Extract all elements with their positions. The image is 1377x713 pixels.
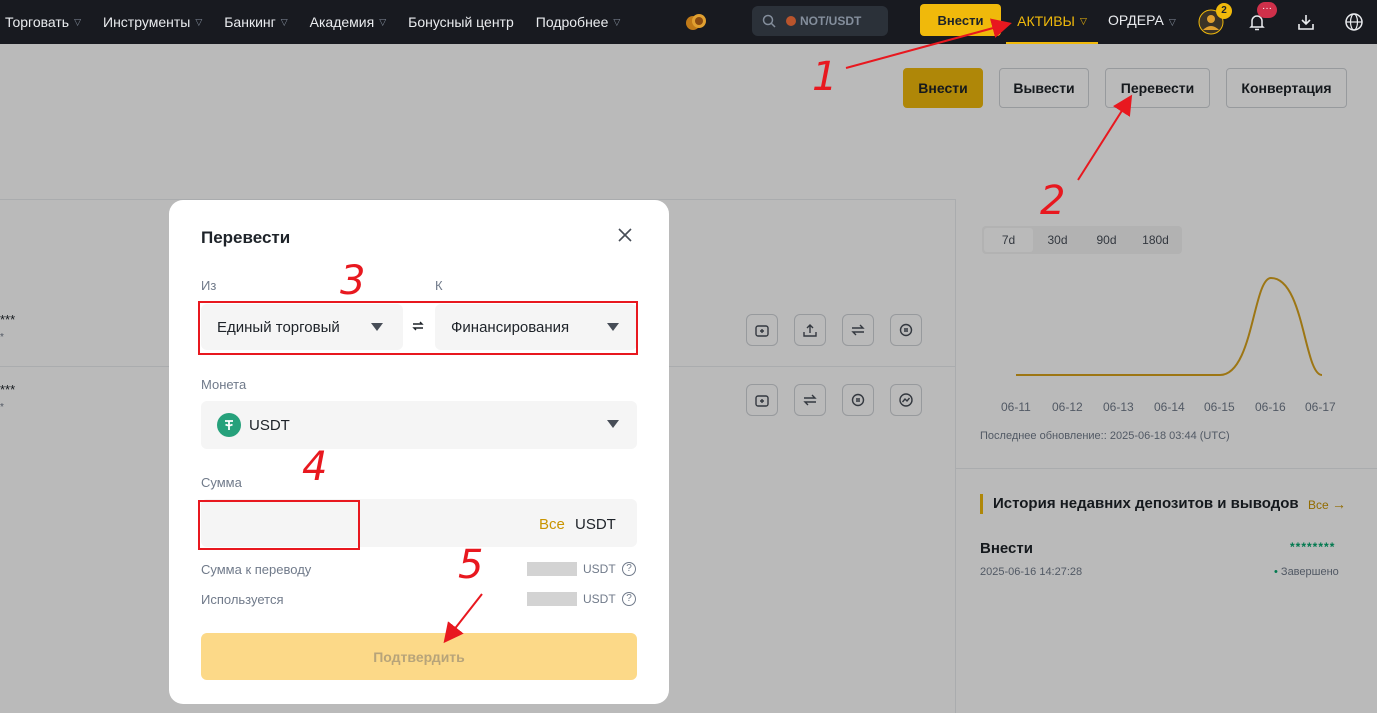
transfer-sum-value-masked (527, 562, 577, 576)
nav-item-tools[interactable]: Инструменты ▽ (103, 14, 202, 30)
token-icon (786, 16, 796, 26)
amount-unit: USDT (575, 516, 616, 533)
chevron-down-icon: ▽ (280, 16, 288, 27)
used-value-masked (527, 592, 577, 606)
amount-label: Сумма (201, 475, 242, 490)
transfer-modal: Перевести Из К Единый торговый Финансиро… (169, 200, 669, 704)
usdt-coin-icon (217, 413, 241, 437)
confirm-button[interactable]: Подтвердить (201, 633, 637, 680)
used-label: Используется (201, 592, 284, 607)
transfer-sum-unit: USDT (583, 562, 616, 576)
search-input[interactable]: NOT/USDT (752, 6, 888, 36)
avatar-badge: 2 (1216, 3, 1232, 19)
help-icon[interactable]: ? (622, 592, 636, 606)
coin-label: Монета (201, 377, 247, 392)
chevron-down-icon: ▽ (195, 16, 203, 27)
help-icon[interactable]: ? (622, 562, 636, 576)
globe-icon[interactable] (1340, 8, 1368, 36)
nav-item-assets[interactable]: АКТИВЫ ▽ (1006, 0, 1098, 44)
nav-item-orders[interactable]: ОРДЕРА ▽ (1108, 12, 1176, 28)
chevron-down-icon: ▽ (613, 16, 621, 27)
chevron-down-icon: ▽ (1168, 17, 1176, 27)
promo-coins-icon[interactable] (684, 10, 708, 34)
nav-item-trade[interactable]: Торговать ▽ (5, 14, 81, 30)
deposit-button[interactable]: Внести (920, 4, 1001, 36)
used-unit: USDT (583, 592, 616, 606)
coin-select[interactable]: USDT (201, 401, 637, 449)
chevron-down-icon: ▽ (74, 16, 82, 27)
caret-down-icon (607, 420, 619, 428)
amount-all-button[interactable]: Все (539, 516, 565, 533)
top-navigation: Торговать ▽ Инструменты ▽ Банкинг ▽ Академи… (0, 0, 1377, 44)
nav-menu: Торговать ▽ Инструменты ▽ Банкинг ▽ Академи… (0, 14, 642, 30)
annotation-box-accounts (198, 301, 638, 355)
close-icon[interactable] (615, 225, 635, 245)
nav-item-banking[interactable]: Банкинг ▽ (224, 14, 287, 30)
annotation-box-amount (198, 500, 360, 550)
transfer-sum-label: Сумма к переводу (201, 562, 312, 577)
notification-badge: ··· (1257, 2, 1277, 18)
search-icon (762, 14, 776, 28)
nav-item-academy[interactable]: Академия ▽ (310, 14, 386, 30)
nav-item-more[interactable]: Подробнее ▽ (536, 14, 621, 30)
nav-item-bonus[interactable]: Бонусный центр (408, 14, 514, 30)
to-label: К (435, 278, 443, 293)
chevron-down-icon: ▽ (1079, 15, 1087, 26)
chevron-down-icon: ▽ (379, 16, 387, 27)
from-label: Из (201, 278, 217, 293)
modal-title: Перевести (201, 228, 291, 247)
download-icon[interactable] (1292, 8, 1320, 36)
